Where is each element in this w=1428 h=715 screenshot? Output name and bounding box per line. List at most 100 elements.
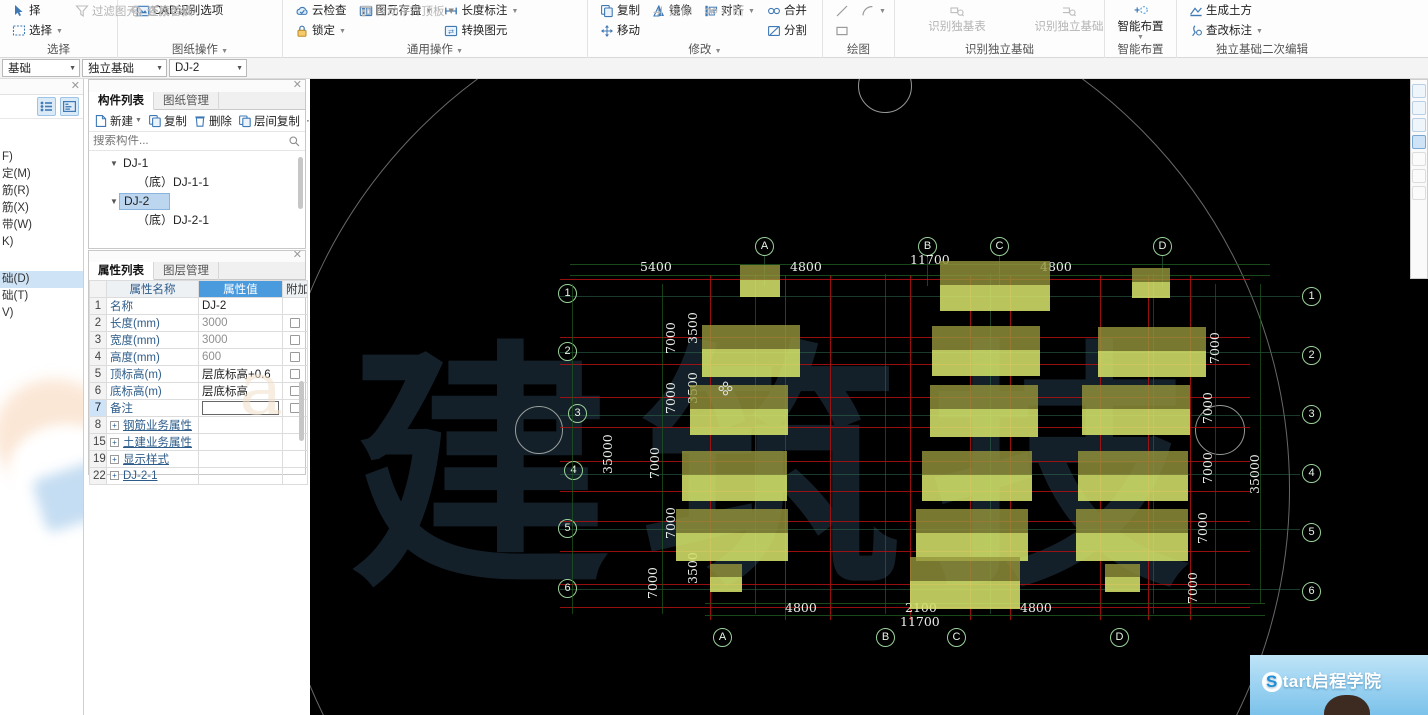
zoom-extents-icon[interactable] [1412, 84, 1426, 98]
property-tab-1[interactable]: 图层管理 [154, 262, 219, 280]
attach-checkbox[interactable] [290, 334, 300, 345]
property-attach-cell[interactable] [282, 331, 308, 349]
expand-icon[interactable]: + [110, 455, 119, 465]
left-menu-item-8[interactable]: 础(T) [0, 288, 83, 305]
component-tool-copy[interactable]: 复制 [146, 113, 189, 129]
ribbon-item-edit-annotation[interactable]: 查改标注 ▼ [1186, 22, 1266, 40]
grid-bubble-top-D[interactable]: D [1153, 237, 1172, 256]
left-menu-item-0[interactable]: F) [0, 149, 83, 166]
detail-view-icon[interactable] [60, 97, 79, 116]
grid-bubble-right-3[interactable]: 3 [1302, 405, 1321, 424]
type-dropdown[interactable]: 独立基础 ▼ [82, 59, 167, 77]
expand-icon[interactable]: + [110, 471, 119, 481]
ribbon-item-select[interactable]: 选择 ▼ [9, 22, 66, 40]
property-attach-cell[interactable] [282, 314, 308, 332]
ribbon-item-cursor[interactable]: 择 [9, 2, 66, 20]
grid-bubble-right-4[interactable]: 4 [1302, 464, 1321, 483]
grid-bubble-right-5[interactable]: 5 [1302, 523, 1321, 542]
grid-bubble-bottom-B[interactable]: B [876, 628, 895, 647]
foundation-element[interactable] [1082, 385, 1190, 435]
property-value-cell[interactable]: 3000 [198, 314, 283, 332]
ribbon-item-restore-cad[interactable]: 还原CAD [127, 2, 199, 20]
layers-icon[interactable] [1412, 169, 1426, 183]
grid-bubble-right-1[interactable]: 1 [1302, 287, 1321, 306]
property-row[interactable]: 6 底标高(m) 层底标高 [89, 382, 308, 400]
grid-bubble-left-4[interactable]: 4 [564, 461, 583, 480]
name-dropdown[interactable]: DJ-2 ▼ [169, 59, 247, 77]
property-row[interactable]: 8 + 钢筋业务属性 [89, 416, 308, 434]
ribbon-item-copy[interactable]: 复制 [597, 2, 643, 20]
foundation-element[interactable] [710, 564, 742, 592]
property-value-cell[interactable]: 层底标高+0.6 [198, 365, 283, 383]
grid-bubble-left-5[interactable]: 5 [558, 519, 577, 538]
property-row[interactable]: 1 名称 DJ-2 [89, 297, 308, 315]
left-menu-item-4[interactable]: 带(W) [0, 217, 83, 234]
grid-bubble-bottom-A[interactable]: A [713, 628, 732, 647]
expand-icon[interactable]: + [110, 438, 119, 448]
property-value-cell[interactable] [198, 450, 283, 468]
component-tab-1[interactable]: 图纸管理 [154, 92, 219, 110]
foundation-element[interactable] [910, 557, 1020, 609]
property-value-cell[interactable] [198, 467, 283, 485]
tree-node-2[interactable]: ▼ DJ-2 [89, 192, 305, 211]
grid-bubble-right-2[interactable]: 2 [1302, 346, 1321, 365]
property-value-cell[interactable]: DJ-2 [198, 297, 283, 315]
ribbon-item-split[interactable]: 分割 [764, 22, 810, 40]
foundation-element[interactable] [930, 385, 1038, 437]
property-attach-cell[interactable] [282, 348, 308, 366]
foundation-element[interactable] [1076, 509, 1188, 561]
tree-scrollbar[interactable] [298, 157, 303, 209]
list-view-icon[interactable] [37, 97, 56, 116]
property-value-cell[interactable] [198, 399, 283, 417]
tree-node-0[interactable]: ▼ DJ-1 [89, 154, 305, 173]
category-dropdown[interactable]: 基础 ▼ [2, 59, 80, 77]
tree-node-1[interactable]: （底）DJ-1-1 [89, 173, 305, 192]
component-tool-delete[interactable]: 删除 [191, 113, 234, 129]
property-scrollbar[interactable] [299, 381, 304, 441]
ribbon-item-generate-earthwork[interactable]: 生成土方 [1186, 2, 1266, 20]
left-menu-item-3[interactable]: 筋(X) [0, 200, 83, 217]
component-tool-new[interactable]: 新建 ▼ [92, 113, 144, 129]
property-attach-cell[interactable] [282, 365, 308, 383]
close-icon[interactable]: ✕ [293, 248, 302, 261]
grid-bubble-left-2[interactable]: 2 [558, 342, 577, 361]
left-menu-item-1[interactable]: 定(M) [0, 166, 83, 183]
grid-bubble-top-C[interactable]: C [990, 237, 1009, 256]
component-tool-layer-copy[interactable]: 层间复制 [236, 113, 302, 129]
view-icon[interactable] [1412, 186, 1426, 200]
property-attach-cell[interactable] [282, 450, 308, 468]
left-menu-item-9[interactable]: V) [0, 305, 83, 322]
grid-bubble-top-A[interactable]: A [755, 237, 774, 256]
property-value-cell[interactable]: 层底标高 [198, 382, 283, 400]
property-attach-cell[interactable] [282, 297, 308, 315]
left-menu-item-5[interactable]: K) [0, 234, 83, 251]
property-value-cell[interactable] [198, 433, 283, 451]
ribbon-item-identify-table[interactable]: 识别独基表 [911, 2, 1003, 34]
ribbon-item-lock[interactable]: 锁定 ▼ [292, 22, 350, 40]
ribbon-item-line[interactable] [832, 2, 852, 20]
property-row[interactable]: 2 长度(mm) 3000 [89, 314, 308, 332]
attach-checkbox[interactable] [290, 368, 300, 379]
property-attach-cell[interactable] [282, 467, 308, 485]
property-row[interactable]: 22 + DJ-2-1 [89, 467, 308, 485]
search-input[interactable] [93, 135, 301, 147]
ribbon-item-cloud-check[interactable]: 云检查 [292, 2, 350, 20]
foundation-element[interactable] [676, 509, 788, 561]
property-value-cell[interactable]: 3000 [198, 331, 283, 349]
property-row[interactable]: 5 顶标高(m) 层底标高+0.6 [89, 365, 308, 383]
property-row[interactable]: 19 + 显示样式 [89, 450, 308, 468]
hide-icon[interactable] [1412, 152, 1426, 166]
ribbon-item-smart-layout[interactable]: 智能布置 ▼ [1111, 2, 1170, 43]
property-value-cell[interactable] [198, 416, 283, 434]
left-menu-item-7[interactable]: 础(D) [0, 271, 83, 288]
attach-checkbox[interactable] [290, 317, 300, 328]
property-tab-0[interactable]: 属性列表 [89, 262, 154, 280]
zoom-window-icon[interactable] [1412, 118, 1426, 132]
foundation-element[interactable] [916, 509, 1028, 561]
grid-bubble-bottom-D[interactable]: D [1110, 628, 1129, 647]
ribbon-item-arc[interactable]: ▼ [858, 2, 889, 20]
foundation-element[interactable] [1078, 451, 1188, 501]
property-row[interactable]: 7 备注 [89, 399, 308, 417]
foundation-element[interactable] [1105, 564, 1140, 592]
foundation-element[interactable] [922, 451, 1032, 501]
